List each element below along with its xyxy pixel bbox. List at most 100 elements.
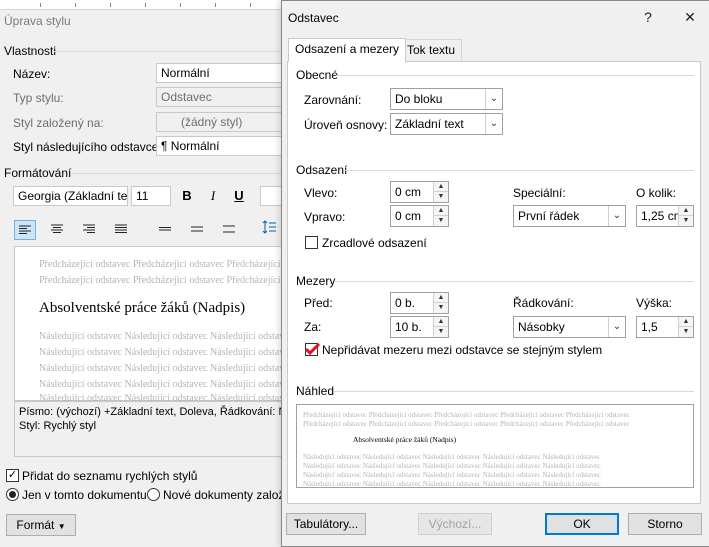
format-button-label: Formát [16,518,55,532]
chevron-down-icon: ⌄ [485,114,502,134]
align-center-icon[interactable] [46,220,68,240]
onehalf-spacing-icon[interactable] [186,220,208,240]
line-spacing-at-input[interactable]: 1,5 ▲ ▼ [636,316,694,338]
next-style-select[interactable]: ¶ Normální [156,136,286,156]
align-left-icon[interactable] [14,220,36,240]
style-type-select[interactable]: Odstavec [156,87,286,107]
add-to-gallery-label: Přidat do seznamu rychlých stylů [22,469,198,483]
dropdown-arrow-icon: ▼ [57,522,66,531]
space-after-label: Za: [304,320,322,334]
mirror-indents-label: Zrcadlové odsazení [322,236,427,250]
space-before-input[interactable]: 0 b. ▲ ▼ [390,292,449,314]
line-spacing-select[interactable]: Násobky ⌄ [513,316,626,338]
special-indent-label: Speciální: [513,186,566,200]
italic-button[interactable]: I [202,186,224,206]
style-description: Písmo: (výchozí) +Základní text, Doleva,… [14,401,294,457]
dont-add-space-checkbox[interactable] [305,343,320,356]
indent-left-label: Vlevo: [304,186,338,200]
bold-button[interactable]: B [176,186,198,206]
indent-right-label: Vpravo: [304,210,346,224]
formatting-group-label: Formátování [4,166,72,180]
only-this-doc-label: Jen v tomto dokumentu [22,488,147,502]
dialog-title: Odstavec [288,11,339,25]
spin-down-icon[interactable]: ▼ [679,216,693,226]
spin-down-icon[interactable]: ▼ [434,303,448,313]
new-docs-label: Nové dokumenty založ [163,488,285,502]
next-style-value: Normální [170,139,220,153]
tab-indents-spacing[interactable]: Odsazení a mezery [288,38,407,62]
pilcrow-icon: ¶ [161,139,168,153]
new-docs-radio[interactable] [147,488,160,501]
chevron-down-icon: ⌄ [485,89,502,109]
style-preview: Předcházející odstavec Předcházející ods… [14,246,318,404]
indent-by-label: O kolik: [636,186,677,200]
general-group-label: Obecné [296,68,339,82]
spin-down-icon[interactable]: ▼ [679,327,693,337]
preview-next-line: Následující odstavec Následující odstave… [39,331,294,342]
style-type-label: Typ stylu: [13,91,64,105]
alignment-label: Zarovnání: [304,93,362,107]
window-title: Úprava stylu [4,14,71,28]
add-to-gallery-checkbox[interactable]: ✓ [6,469,19,482]
preview-group-label: Náhled [296,384,335,398]
spin-up-icon[interactable]: ▲ [434,182,448,192]
checkmark-icon [305,343,320,356]
indentation-group-label: Odsazení [296,163,348,177]
double-spacing-icon[interactable] [218,220,240,240]
format-button[interactable]: Formát ▼ [6,514,76,536]
preview-next-line: Následující odstavec Následující odstave… [303,462,601,470]
cancel-button[interactable]: Storno [628,513,702,535]
spin-up-icon[interactable]: ▲ [679,206,693,216]
underline-button[interactable]: U [228,186,250,206]
preview-next-line: Následující odstavec Následující odstave… [303,471,601,479]
alignment-select[interactable]: Do bloku ⌄ [390,88,503,110]
properties-group-label: Vlastnosti [4,44,57,58]
preview-next-line: Následující odstavec Následující odstave… [39,347,294,358]
tab-line-page-breaks[interactable]: Tok textu [400,39,463,61]
name-input[interactable]: Normální [156,63,286,83]
spin-up-icon[interactable]: ▲ [679,317,693,327]
description-line: Písmo: (výchozí) +Základní text, Doleva,… [19,406,287,418]
spin-down-icon[interactable]: ▼ [434,327,448,337]
font-size-select[interactable]: 11 [131,186,171,206]
spin-up-icon[interactable]: ▲ [434,317,448,327]
spin-up-icon[interactable]: ▲ [434,206,448,216]
spin-down-icon[interactable]: ▼ [434,192,448,202]
close-icon[interactable]: ✕ [676,7,704,27]
mirror-indents-checkbox[interactable] [305,236,318,249]
tabs-button[interactable]: Tabulátory... [286,513,366,535]
outline-level-select[interactable]: Základní text ⌄ [390,113,503,135]
preview-prev-line: Předcházející odstavec Předcházející ods… [39,275,319,286]
preview-next-line: Následující odstavec Následující odstave… [39,379,294,390]
paragraph-preview: Předcházející odstavec Předcházející ods… [296,404,694,488]
name-label: Název: [13,67,51,81]
spin-down-icon[interactable]: ▼ [434,216,448,226]
special-indent-select[interactable]: První řádek ⌄ [513,205,626,227]
based-on-select[interactable]: (žádný styl) [156,112,286,132]
indent-by-input[interactable]: 1,25 cm ▲ ▼ [636,205,694,227]
indent-right-input[interactable]: 0 cm ▲ ▼ [390,205,449,227]
space-before-label: Před: [304,296,333,310]
based-on-label: Styl založený na: [13,116,104,130]
preview-prev-line: Předcházející odstavec Předcházející ods… [303,411,630,419]
paragraph-spacing-icon[interactable] [258,220,280,240]
font-select[interactable]: Georgia (Základní te [13,186,128,206]
preview-next-line: Následující odstavec Následující odstave… [303,453,601,461]
preview-prev-line: Předcházející odstavec Předcházející ods… [39,259,319,270]
ruler [0,0,290,10]
help-icon[interactable]: ? [634,7,662,27]
only-this-doc-radio[interactable] [6,488,19,501]
set-default-button[interactable]: Výchozí... [418,513,492,535]
chevron-down-icon: ⌄ [608,206,625,226]
preview-next-line: Následující odstavec Následující odstave… [39,363,294,374]
align-justify-icon[interactable] [110,220,132,240]
spin-up-icon[interactable]: ▲ [434,293,448,303]
line-spacing-at-label: Výška: [636,296,673,310]
single-spacing-icon[interactable] [154,220,176,240]
indent-left-input[interactable]: 0 cm ▲ ▼ [390,181,449,203]
line-spacing-label: Řádkování: [513,296,574,310]
dont-add-space-label: Nepřidávat mezeru mezi odstavce se stejn… [322,343,603,357]
align-right-icon[interactable] [78,220,100,240]
ok-button[interactable]: OK [545,513,619,535]
space-after-input[interactable]: 10 b. ▲ ▼ [390,316,449,338]
